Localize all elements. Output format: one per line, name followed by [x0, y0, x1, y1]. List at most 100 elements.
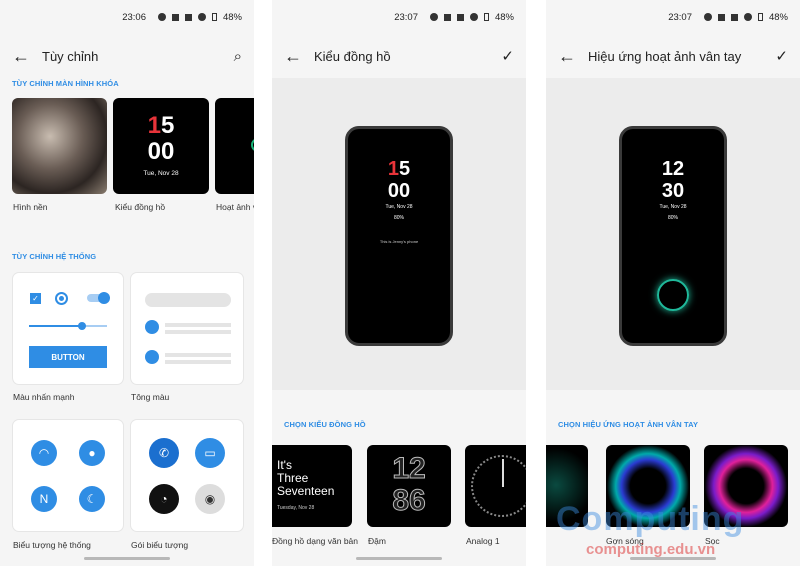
bold-clock-label: Đậm [368, 536, 386, 546]
wifi-icon [469, 13, 478, 21]
fingerprint-preview-area: 12 30 Tue, Nov 28 80% [546, 78, 800, 390]
icon-pack-label: Gói biểu tượng [131, 540, 189, 550]
clock-minutes: 00 [147, 138, 175, 165]
search-icon[interactable]: ⌕ [234, 48, 242, 65]
tone-card[interactable] [130, 272, 244, 385]
camera-icon: ◉ [195, 484, 225, 514]
screen-customize: 23:06 48% ← Tùy chỉnh ⌕ TÙY CHỈNH MÀN HÌ… [0, 0, 254, 566]
back-arrow-icon[interactable]: ← [558, 46, 588, 67]
preview-date: Tue, Nov 28 [385, 204, 413, 210]
app-bar: ← Tùy chỉnh ⌕ [0, 38, 254, 74]
preview-hours: 12 [661, 158, 685, 180]
tone-line-4 [165, 360, 231, 364]
phone-icon: ✆ [149, 438, 179, 468]
bold-clock-thumbnail[interactable]: 12 86 [367, 445, 451, 527]
screen-clock-style: 23:07 48% ← Kiểu đồng hồ ✓ 15 00 Tue, No… [272, 0, 526, 566]
bold-clock-digits: 12 86 [392, 452, 426, 517]
accent-color-card[interactable]: ✓ BUTTON [12, 272, 124, 385]
location-icon: ● [79, 440, 105, 466]
analog-dial [471, 455, 526, 517]
radio-icon [55, 292, 68, 305]
fingerprint-section-title: CHỌN HIỆU ỨNG HOẠT ẢNH VÂN TAY [558, 420, 699, 429]
back-arrow-icon[interactable]: ← [12, 46, 42, 67]
nfc-icon [456, 13, 464, 21]
page-title: Hiệu ứng hoạt ảnh vân tay [588, 48, 742, 64]
tone-bar [145, 293, 231, 307]
battery-icon [757, 13, 763, 21]
analog-clock-label: Analog 1 [466, 536, 500, 546]
page-title: Tùy chỉnh [42, 48, 99, 64]
system-icons-card[interactable]: ◠ ● N ☾ [12, 419, 124, 532]
screen-fingerprint-animation: 23:07 48% ← Hiệu ứng hoạt ảnh vân tay ✓ … [546, 0, 800, 566]
status-time: 23:07 [668, 11, 692, 23]
facebook-icon [157, 13, 166, 21]
page-title: Kiểu đồng hồ [314, 48, 391, 64]
nav-handle[interactable] [356, 557, 442, 560]
status-bar: 23:07 48% [546, 0, 800, 34]
nfc-icon [184, 13, 192, 21]
text-clock-date: Tuesday, Nov 28 [277, 505, 315, 511]
watermark-brand: Computing [556, 500, 745, 538]
preview-owner: This is Jenny's phone [379, 239, 419, 244]
fingerprint-icon [657, 279, 689, 311]
status-time: 23:06 [122, 11, 146, 23]
system-section-title: TÙY CHỈNH HỆ THỐNG [12, 252, 97, 261]
slider-fill [29, 325, 81, 327]
analog-hand [502, 459, 504, 487]
tone-dot-2 [145, 350, 159, 364]
gallery-icon [443, 13, 451, 21]
clock-date: Tue, Nov 28 [143, 170, 179, 177]
gallery-icon [717, 13, 725, 21]
lock-screen-section-title: TÙY CHỈNH MÀN HÌNH KHÓA [12, 79, 119, 88]
wallpaper-label: Hình nền [13, 202, 48, 212]
wifi-icon [743, 13, 752, 21]
message-icon: ▭ [195, 438, 225, 468]
facebook-icon [703, 13, 712, 21]
check-icon[interactable]: ✓ [775, 47, 788, 65]
toggle-icon [87, 292, 110, 304]
preview-minutes: 00 [387, 180, 411, 202]
clock-section-title: CHỌN KIỂU ĐỒNG HỒ [284, 420, 366, 429]
app-bar: ← Hiệu ứng hoạt ảnh vân tay ✓ [546, 38, 800, 74]
clock-hour-ones: 5 [161, 112, 175, 139]
app-bar: ← Kiểu đồng hồ ✓ [272, 38, 526, 74]
system-icons-label: Biểu tượng hệ thống [13, 540, 91, 550]
preview-battery: 80% [393, 215, 404, 221]
checkbox-icon: ✓ [30, 293, 41, 304]
sample-button: BUTTON [29, 346, 107, 368]
check-icon[interactable]: ✓ [501, 47, 514, 65]
facebook-icon [429, 13, 438, 21]
clock-style-thumbnail[interactable]: 15 00 Tue, Nov 28 [113, 98, 209, 194]
tone-line-2 [165, 330, 231, 334]
wifi-icon: ◠ [31, 440, 57, 466]
battery-level: 48% [768, 11, 788, 23]
nfc-icon: N [31, 486, 57, 512]
wifi-icon [197, 13, 206, 21]
status-bar: 23:06 48% [0, 0, 254, 34]
status-bar: 23:07 48% [272, 0, 526, 34]
icon-pack-card[interactable]: ✆ ▭ ◔ ◉ [130, 419, 244, 532]
phone-preview: 15 00 Tue, Nov 28 80% This is Jenny's ph… [345, 126, 453, 346]
clock-style-label: Kiểu đồng hồ [115, 202, 166, 212]
nav-handle[interactable] [84, 557, 170, 560]
tone-line-1 [165, 323, 231, 327]
back-arrow-icon[interactable]: ← [284, 46, 314, 67]
text-clock-thumbnail[interactable]: It's Three Seventeen Tuesday, Nov 28 [272, 445, 352, 527]
fingerprint-animation-label: Hoạt ảnh v [216, 202, 254, 212]
tone-dot-1 [145, 320, 159, 334]
clock-icon: ◔ [149, 484, 179, 514]
battery-level: 48% [222, 11, 242, 23]
watermark-url: computing.edu.vn [586, 541, 716, 558]
text-clock-label: Đồng hồ dạng văn bản [272, 536, 359, 546]
moon-icon: ☾ [79, 486, 105, 512]
phone-preview: 12 30 Tue, Nov 28 80% [619, 126, 727, 346]
gallery-icon [171, 13, 179, 21]
status-time: 23:07 [394, 11, 418, 23]
tone-label: Tông màu [131, 392, 170, 402]
battery-icon [211, 13, 217, 21]
analog-clock-thumbnail[interactable] [465, 445, 526, 527]
tone-line-3 [165, 353, 231, 357]
wallpaper-thumbnail[interactable] [12, 98, 107, 194]
preview-minutes: 30 [661, 180, 685, 202]
fingerprint-animation-thumbnail[interactable] [215, 98, 254, 194]
